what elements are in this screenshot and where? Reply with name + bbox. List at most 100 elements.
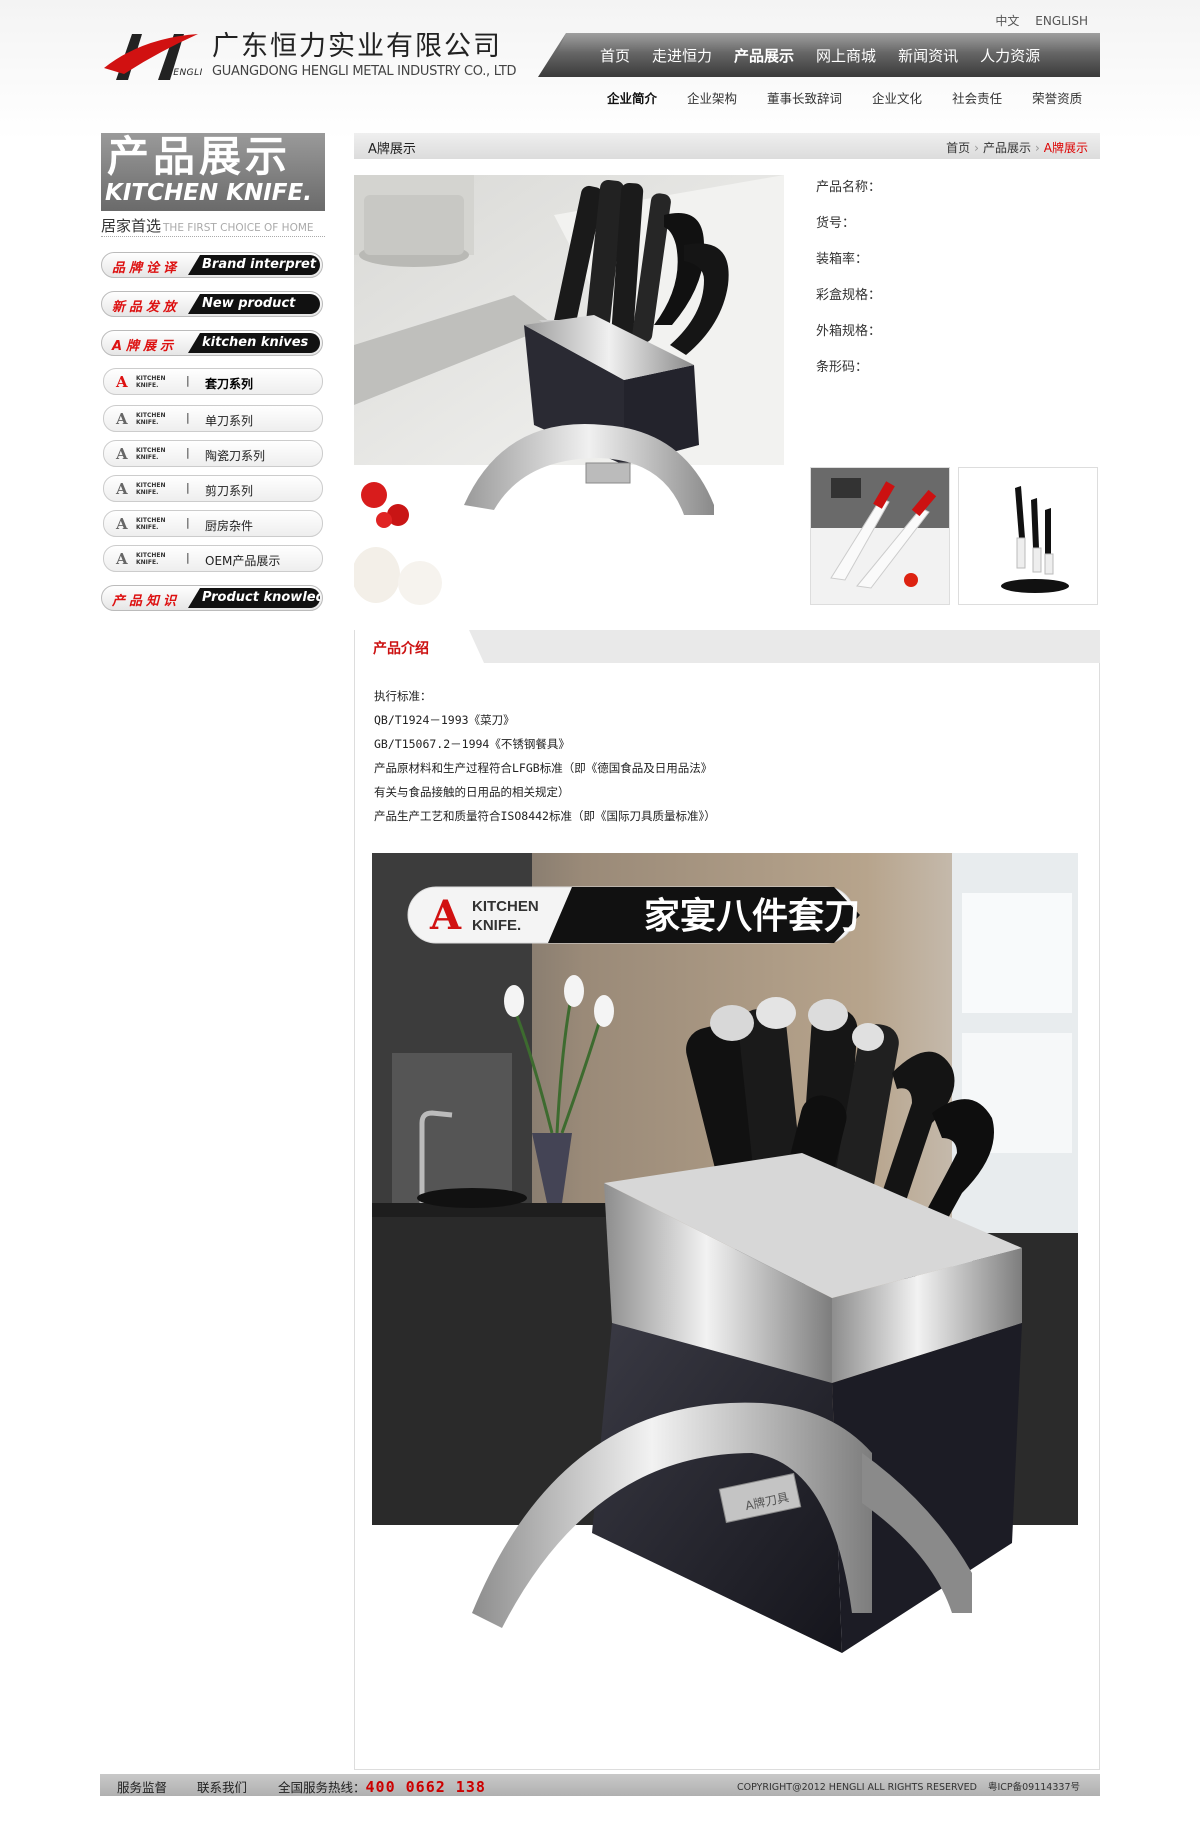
sidebar-item-label-cn: 新品发放 xyxy=(112,300,181,315)
sidebar-banner-cn: 产品展示 xyxy=(107,132,292,181)
tagline-cn: 居家首选 xyxy=(101,217,162,235)
hotline-number: 400 0662 138 xyxy=(365,1778,486,1796)
field-carton-spec: 外箱规格： xyxy=(816,324,882,339)
subnav-structure[interactable]: 企业架构 xyxy=(687,88,737,107)
separator: | xyxy=(186,481,190,494)
sidebar-item-label-en: kitchen knives xyxy=(188,333,320,353)
sidebar-subitem-oem[interactable]: A KITCHEN KNIFE. | OEM产品展示 xyxy=(103,545,323,572)
sidebar-subitem-single-knives[interactable]: A KITCHEN KNIFE. | 单刀系列 xyxy=(103,405,323,432)
sidebar-subitem-ceramic[interactable]: A KITCHEN KNIFE. | 陶瓷刀系列 xyxy=(103,440,323,467)
footer-bar: 服务监督 联系我们 全国服务热线：400 0662 138 COPYRIGHT@… xyxy=(100,1774,1100,1796)
brand-mark-icon: A KITCHEN KNIFE. xyxy=(116,550,166,568)
tab-product-intro[interactable]: 产品介绍 xyxy=(354,630,484,663)
sidebar-banner-en: KITCHEN KNIFE. xyxy=(105,180,312,206)
field-box-spec: 彩盒规格： xyxy=(816,288,882,303)
subnav-culture[interactable]: 企业文化 xyxy=(872,88,922,107)
brand-mark-icon: A KITCHEN KNIFE. xyxy=(116,515,166,533)
lang-en-link[interactable]: ENGLISH xyxy=(1035,14,1088,28)
intro-line: 产品原材料和生产过程符合LFGB标准（即《德国食品及日用品法》 xyxy=(374,761,713,775)
sidebar-banner: 产品展示 KITCHEN KNIFE. xyxy=(101,133,325,211)
product-info-list: 产品名称： 货号： 装箱率： 彩盒规格： 外箱规格： 条形码： xyxy=(816,178,881,394)
sidebar-item-knowledge[interactable]: 产品知识 Product knowledge xyxy=(101,585,323,611)
intro-line: QB/T1924－1993《菜刀》 xyxy=(374,713,515,727)
nav-home[interactable]: 首页 xyxy=(600,45,630,66)
brand-mark-icon: A KITCHEN KNIFE. xyxy=(116,480,166,498)
sidebar-subitem-knife-sets[interactable]: A KITCHEN KNIFE. | 套刀系列 xyxy=(103,368,323,395)
sidebar-item-label-en: Product knowledge xyxy=(188,588,320,608)
brand-mark-icon: A KITCHEN KNIFE. xyxy=(116,445,166,463)
field-item-no: 货号： xyxy=(816,216,856,231)
sidebar-item-label-en: Brand interpret xyxy=(188,255,320,275)
footer-hotline: 全国服务热线：400 0662 138 xyxy=(278,1777,486,1796)
sidebar-subitem-kitchenware[interactable]: A KITCHEN KNIFE. | 厨房杂件 xyxy=(103,510,323,537)
sidebar-subitem-label: OEM产品展示 xyxy=(205,554,281,568)
subnav-responsibility[interactable]: 社会责任 xyxy=(952,88,1002,107)
subnav-profile[interactable]: 企业简介 xyxy=(607,88,657,107)
knife-block-photo xyxy=(354,175,784,605)
company-name-en: GUANGDONG HENGLI METAL INDUSTRY CO., LTD xyxy=(212,64,517,79)
sidebar-item-label-cn: A牌展示 xyxy=(112,339,178,354)
breadcrumb-products[interactable]: 产品展示 xyxy=(983,141,1031,155)
chevron-right-icon: › xyxy=(974,141,979,155)
sidebar-subitem-label: 厨房杂件 xyxy=(205,519,254,533)
language-switch: 中文 ENGLISH xyxy=(983,12,1088,29)
subnav-chairman[interactable]: 董事长致辞词 xyxy=(767,88,842,107)
product-detail-image: A KITCHEN KNIFE. 家宴八件套刀 A牌刀具 xyxy=(372,853,1078,1727)
separator: | xyxy=(186,411,190,424)
separator: | xyxy=(186,516,190,529)
sidebar-item-a-brand[interactable]: A牌展示 kitchen knives xyxy=(101,330,323,356)
field-barcode: 条形码： xyxy=(816,360,869,375)
footer-link-contact[interactable]: 联系我们 xyxy=(197,1780,247,1795)
product-thumbnail-1[interactable] xyxy=(810,467,950,605)
product-thumbnail-2[interactable] xyxy=(958,467,1098,605)
footer-link-supervision[interactable]: 服务监督 xyxy=(117,1780,167,1795)
breadcrumb-current: A牌展示 xyxy=(1043,141,1088,155)
product-main-image[interactable] xyxy=(354,175,784,605)
nav-news[interactable]: 新闻资讯 xyxy=(898,45,958,66)
intro-line: 产品生产工艺和质量符合ISO8442标准（即《国际刀具质量标准》） xyxy=(374,809,716,823)
page-title: A牌展示 xyxy=(368,142,416,157)
brand-mark-icon: A KITCHEN KNIFE. xyxy=(116,410,166,428)
field-product-name: 产品名称： xyxy=(816,180,882,195)
breadcrumb: 首页 › 产品展示 › A牌展示 xyxy=(946,139,1088,156)
lang-cn-link[interactable]: 中文 xyxy=(995,14,1019,28)
company-logo[interactable]: HENGLI 广东恒力实业有限公司 GUANGDONG HENGLI METAL… xyxy=(102,24,522,84)
icp-number[interactable]: 粤ICP备09114337号 xyxy=(988,1782,1080,1793)
main-nav: 首页 走进恒力 产品展示 网上商城 新闻资讯 人力资源 xyxy=(538,33,1100,77)
sidebar-subitem-label: 单刀系列 xyxy=(205,414,254,428)
svg-text:KITCHEN: KITCHEN xyxy=(472,898,539,915)
nav-shop[interactable]: 网上商城 xyxy=(816,45,876,66)
sub-nav: 企业简介 企业架构 董事长致辞词 企业文化 社会责任 荣誉资质 xyxy=(607,88,1112,107)
intro-line: 有关与食品接触的日用品的相关规定） xyxy=(374,785,570,799)
separator: | xyxy=(186,374,190,387)
hotline-label: 全国服务热线： xyxy=(278,1780,366,1795)
sidebar-subitem-label: 陶瓷刀系列 xyxy=(205,449,266,463)
nav-about[interactable]: 走进恒力 xyxy=(652,45,712,66)
nav-products[interactable]: 产品展示 xyxy=(734,45,794,66)
sidebar-item-brand[interactable]: 品牌诠译 Brand interpret xyxy=(101,252,323,278)
sidebar-item-label-cn: 产品知识 xyxy=(112,594,181,609)
tagline-en: THE FIRST CHOICE OF HOME xyxy=(163,222,314,234)
banner-title: 家宴八件套刀 xyxy=(644,895,860,937)
copyright-text: COPYRIGHT@2012 HENGLI ALL RIGHTS RESERVE… xyxy=(736,1782,977,1793)
intro-title: 产品介绍 xyxy=(373,641,429,657)
sidebar-item-label-cn: 品牌诠译 xyxy=(112,261,181,276)
nav-hr[interactable]: 人力资源 xyxy=(980,45,1040,66)
brand-mark-icon: A KITCHEN KNIFE. xyxy=(116,373,166,391)
content-title-bar: A牌展示 首页 › 产品展示 › A牌展示 xyxy=(354,133,1100,159)
breadcrumb-home[interactable]: 首页 xyxy=(946,141,970,155)
sidebar-subitem-scissors[interactable]: A KITCHEN KNIFE. | 剪刀系列 xyxy=(103,475,323,502)
intro-text: 执行标准： QB/T1924－1993《菜刀》 GB/T15067.2－1994… xyxy=(374,686,716,830)
intro-line: GB/T15067.2－1994《不锈钢餐具》 xyxy=(374,737,570,751)
eight-piece-knife-set-photo: A KITCHEN KNIFE. 家宴八件套刀 A牌刀具 xyxy=(372,853,1078,1653)
chevron-right-icon: › xyxy=(1034,141,1040,155)
separator: | xyxy=(186,446,190,459)
sidebar-item-label-en: New product xyxy=(188,294,320,314)
company-name-cn: 广东恒力实业有限公司 xyxy=(212,31,502,62)
sidebar-item-new-product[interactable]: 新品发放 New product xyxy=(101,291,323,317)
svg-text:KNIFE.: KNIFE. xyxy=(472,917,521,934)
sidebar-subitem-label: 套刀系列 xyxy=(205,377,254,391)
separator: | xyxy=(186,551,190,564)
subnav-honors[interactable]: 荣誉资质 xyxy=(1032,88,1082,107)
sidebar-tagline: 居家首选 THE FIRST CHOICE OF HOME xyxy=(101,215,325,237)
